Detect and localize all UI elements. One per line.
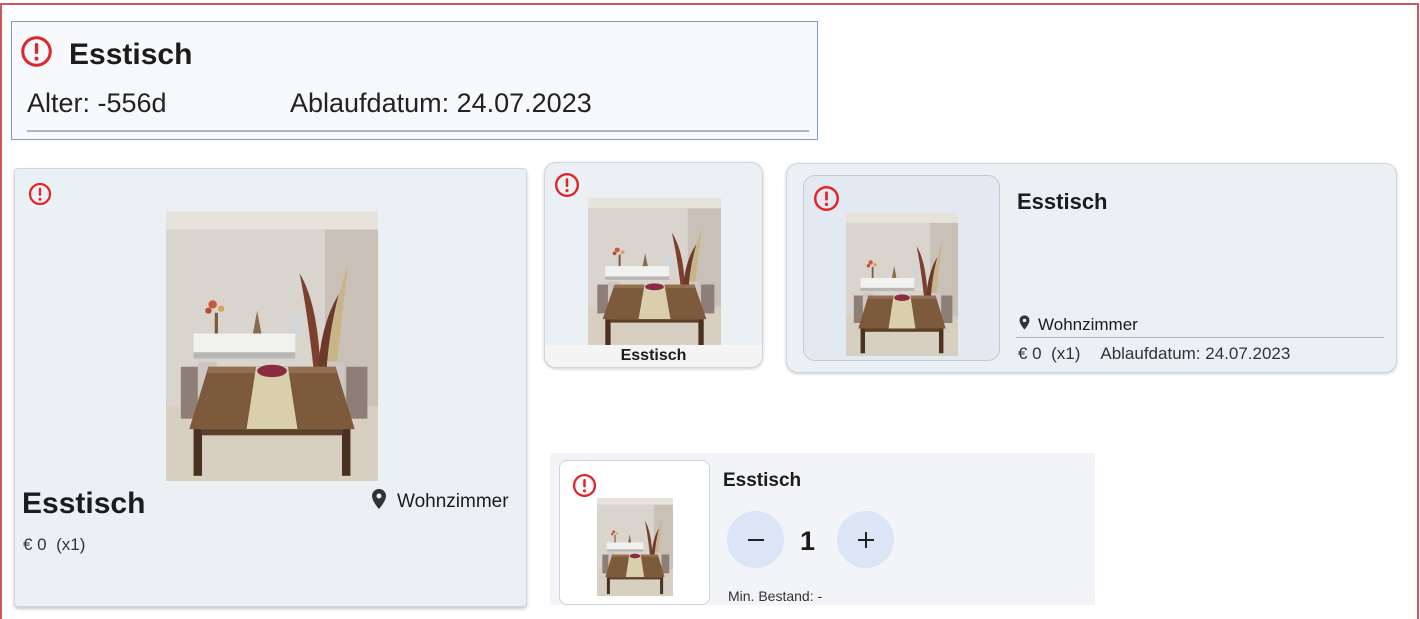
item-photo (846, 213, 958, 356)
alert-circle-icon (554, 172, 580, 198)
divider (1016, 337, 1384, 338)
alert-circle-icon (813, 185, 840, 212)
item-location: Wohnzimmer (1016, 313, 1138, 337)
item-title: Esstisch (1017, 189, 1108, 214)
item-thumbnail[interactable] (559, 460, 710, 605)
item-title: Esstisch (22, 487, 146, 520)
item-tile[interactable]: Esstisch (544, 162, 763, 368)
min-stock-label: Min. Bestand: - (728, 588, 823, 604)
item-title: Esstisch (545, 345, 762, 367)
item-expiry-date: Ablaufdatum: 24.07.2023 (290, 88, 592, 118)
item-card-large[interactable]: Esstisch Wohnzimmer € 0 (x1) (14, 168, 527, 607)
item-price-quantity: € 0 (x1) (23, 535, 86, 554)
alert-circle-icon (20, 35, 53, 68)
increment-button[interactable] (837, 511, 894, 568)
item-summary-card[interactable]: Esstisch Alter: -556d Ablaufdatum: 24.07… (11, 21, 818, 140)
item-stock-card: Esstisch 1 Min. Bestand: - (550, 453, 1095, 605)
alert-circle-icon (572, 473, 597, 498)
item-photo (588, 198, 721, 348)
item-thumbnail (803, 175, 1000, 361)
map-pin-icon (367, 487, 391, 517)
item-title: Esstisch (69, 38, 193, 71)
item-expiry-date: Ablaufdatum: 24.07.2023 (1100, 344, 1291, 363)
quantity-value: 1 (800, 526, 816, 556)
item-card-horizontal[interactable]: Esstisch Wohnzimmer € 0 (x1) Ablaufdatum… (786, 163, 1397, 373)
item-age: Alter: -556d (27, 88, 167, 118)
item-photo (166, 211, 378, 481)
item-meta-row: € 0 (x1) Ablaufdatum: 24.07.2023 (1018, 344, 1290, 364)
minus-icon (747, 538, 764, 541)
location-label: Wohnzimmer (1038, 315, 1138, 334)
item-location: Wohnzimmer (367, 487, 509, 517)
plus-icon (857, 531, 874, 548)
location-label: Wohnzimmer (397, 491, 509, 512)
item-photo (597, 498, 673, 596)
item-price-quantity: € 0 (x1) (1018, 344, 1081, 363)
decrement-button[interactable] (727, 511, 784, 568)
map-pin-icon (1016, 313, 1033, 337)
item-title: Esstisch (723, 470, 802, 491)
alert-circle-icon (28, 182, 52, 206)
divider (27, 130, 809, 132)
